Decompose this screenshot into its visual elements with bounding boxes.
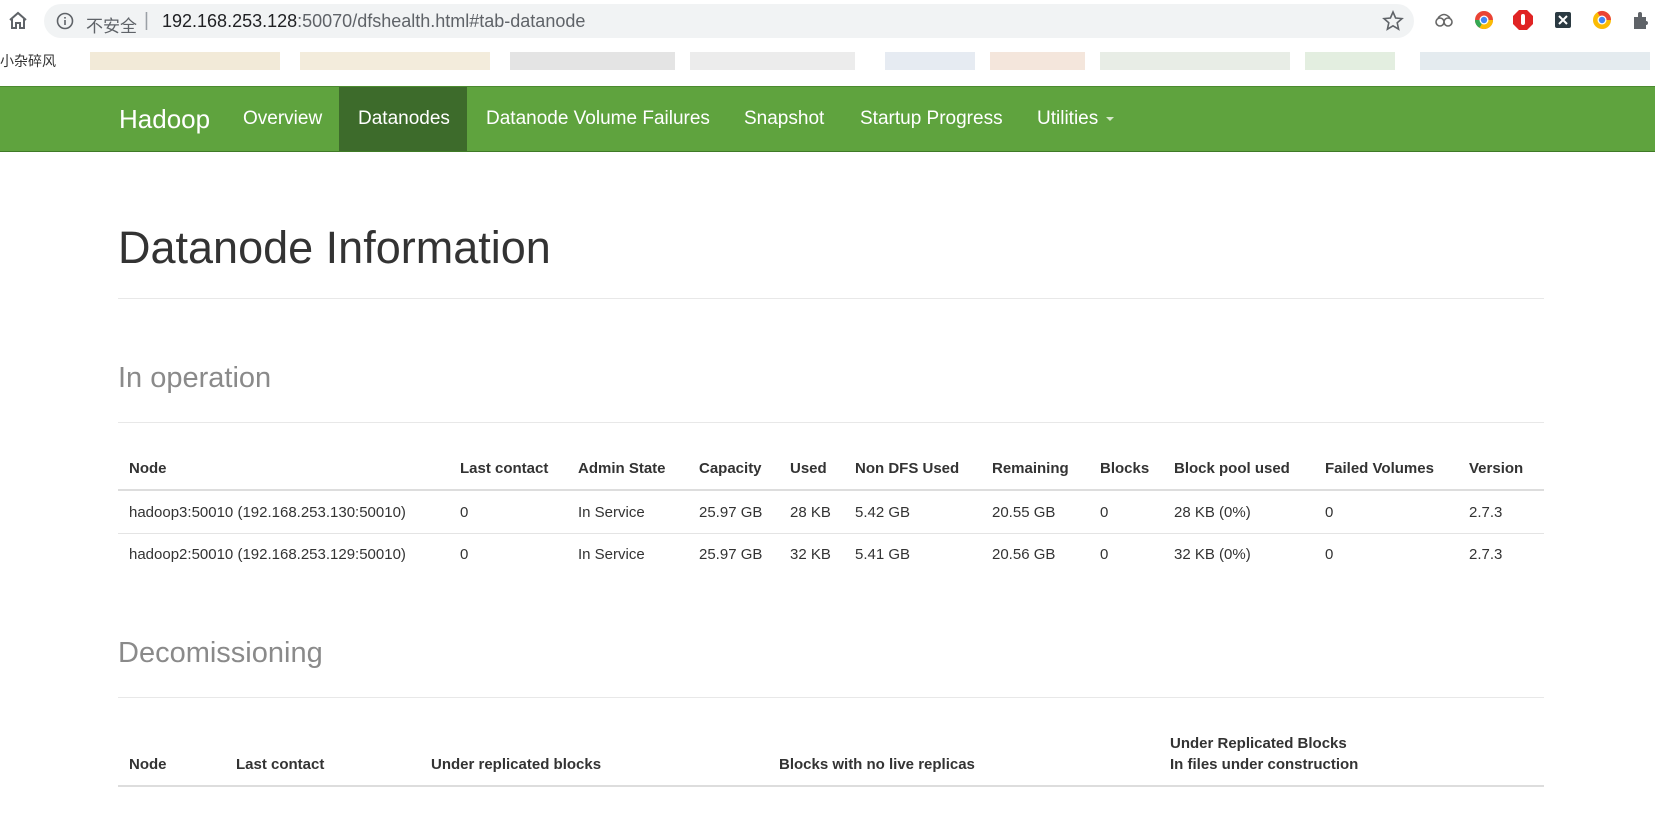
- section-divider: [118, 422, 1544, 423]
- chrome-alt-icon[interactable]: [1591, 9, 1613, 31]
- capacity-cell: 25.97 GB: [699, 546, 763, 563]
- blurred-bookmark: [510, 52, 675, 70]
- bookmark-bar: 小杂碎风: [0, 42, 1655, 78]
- last-contact-cell: 0: [460, 546, 469, 563]
- admin-state-cell: In Service: [578, 504, 645, 521]
- header-divider: [118, 489, 1544, 491]
- node-cell: hadoop2:50010 (192.168.253.129:50010): [129, 546, 406, 563]
- used-cell: 28 KB: [790, 504, 831, 521]
- top-navbar: Hadoop Overview Datanodes Datanode Volum…: [0, 86, 1655, 152]
- column-header-line2: In files under construction: [1170, 756, 1359, 773]
- blocks-cell: 0: [1100, 546, 1109, 563]
- url-separator: |: [144, 10, 149, 31]
- column-header: Remaining: [992, 460, 1069, 477]
- column-header: Failed Volumes: [1325, 460, 1434, 477]
- nav-utilities-dropdown[interactable]: Utilities: [1018, 87, 1133, 151]
- cloud-link-icon[interactable]: [1433, 9, 1455, 31]
- blocks-cell: 0: [1100, 504, 1109, 521]
- remaining-cell: 20.56 GB: [992, 546, 1056, 563]
- column-header: Version: [1469, 460, 1524, 477]
- used-cell: 32 KB: [790, 546, 831, 563]
- star-icon[interactable]: [1382, 9, 1404, 32]
- column-header: Last contact: [460, 460, 549, 477]
- puzzle-icon[interactable]: [1630, 9, 1652, 31]
- security-label[interactable]: 不安全: [86, 12, 137, 37]
- home-icon[interactable]: [6, 9, 30, 33]
- block-pool-used-cell: 28 KB (0%): [1174, 504, 1251, 521]
- blurred-bookmark: [1305, 52, 1395, 70]
- blurred-bookmark: [1100, 52, 1290, 70]
- blurred-bookmark: [690, 52, 855, 70]
- column-header: Node: [129, 460, 167, 477]
- failed-volumes-cell: 0: [1325, 504, 1334, 521]
- last-contact-cell: 0: [460, 504, 469, 521]
- bookmark-folder[interactable]: 小杂碎风: [0, 51, 56, 71]
- nav-snapshot[interactable]: Snapshot: [725, 87, 843, 151]
- url-text[interactable]: 192.168.253.128:50070/dfshealth.html#tab…: [162, 11, 585, 32]
- url-path: :50070/dfshealth.html#tab-datanode: [297, 11, 586, 31]
- blurred-bookmark: [300, 52, 490, 70]
- x-icon[interactable]: [1552, 9, 1574, 31]
- caret-down-icon: [1106, 116, 1115, 121]
- version-cell: 2.7.3: [1469, 546, 1503, 563]
- block-pool-used-cell: 32 KB (0%): [1174, 546, 1251, 563]
- nav-overview[interactable]: Overview: [224, 87, 341, 151]
- column-header: Node: [129, 756, 167, 773]
- column-header: Block pool used: [1174, 460, 1290, 477]
- column-header: Used: [790, 460, 827, 477]
- non-dfs-used-cell: 5.42 GB: [855, 504, 911, 521]
- nav-startup-progress[interactable]: Startup Progress: [841, 87, 1022, 151]
- non-dfs-used-cell: 5.41 GB: [855, 546, 911, 563]
- column-header: Non DFS Used: [855, 460, 960, 477]
- column-header: Capacity: [699, 460, 762, 477]
- nav-datanodes[interactable]: Datanodes: [339, 87, 467, 151]
- blurred-bookmark: [885, 52, 975, 70]
- page-title: Datanode Information: [118, 222, 551, 273]
- brand-logo[interactable]: Hadoop: [119, 104, 210, 135]
- url-host: 192.168.253.128: [162, 11, 298, 31]
- column-header: Last contact: [236, 756, 325, 773]
- blurred-bookmark: [1420, 52, 1650, 70]
- section-divider: [118, 697, 1544, 698]
- chrome-icon[interactable]: [1473, 9, 1495, 31]
- nav-datanode-volume-failures[interactable]: Datanode Volume Failures: [467, 87, 729, 151]
- column-header: Under replicated blocks: [431, 756, 602, 773]
- column-header: Admin State: [578, 460, 666, 477]
- nav-utilities-label: Utilities: [1037, 108, 1099, 129]
- row-divider: [118, 533, 1544, 534]
- blurred-bookmark: [990, 52, 1085, 70]
- adblock-icon[interactable]: [1512, 9, 1534, 31]
- section-title-decommissioning: Decomissioning: [118, 637, 323, 669]
- column-header-line1: Under Replicated Blocks: [1170, 735, 1347, 752]
- blurred-bookmark: [90, 52, 280, 70]
- title-divider: [118, 298, 1544, 299]
- remaining-cell: 20.55 GB: [992, 504, 1056, 521]
- browser-toolbar: 不安全 | 192.168.253.128:50070/dfshealth.ht…: [0, 0, 1655, 40]
- section-title-in-operation: In operation: [118, 362, 272, 394]
- failed-volumes-cell: 0: [1325, 546, 1334, 563]
- column-header: Blocks with no live replicas: [779, 756, 975, 773]
- admin-state-cell: In Service: [578, 546, 645, 563]
- address-bar[interactable]: 不安全 | 192.168.253.128:50070/dfshealth.ht…: [44, 4, 1414, 38]
- header-divider: [118, 785, 1544, 787]
- node-cell: hadoop3:50010 (192.168.253.130:50010): [129, 504, 406, 521]
- info-icon[interactable]: [56, 12, 74, 30]
- version-cell: 2.7.3: [1469, 504, 1503, 521]
- capacity-cell: 25.97 GB: [699, 504, 763, 521]
- column-header: Blocks: [1100, 460, 1150, 477]
